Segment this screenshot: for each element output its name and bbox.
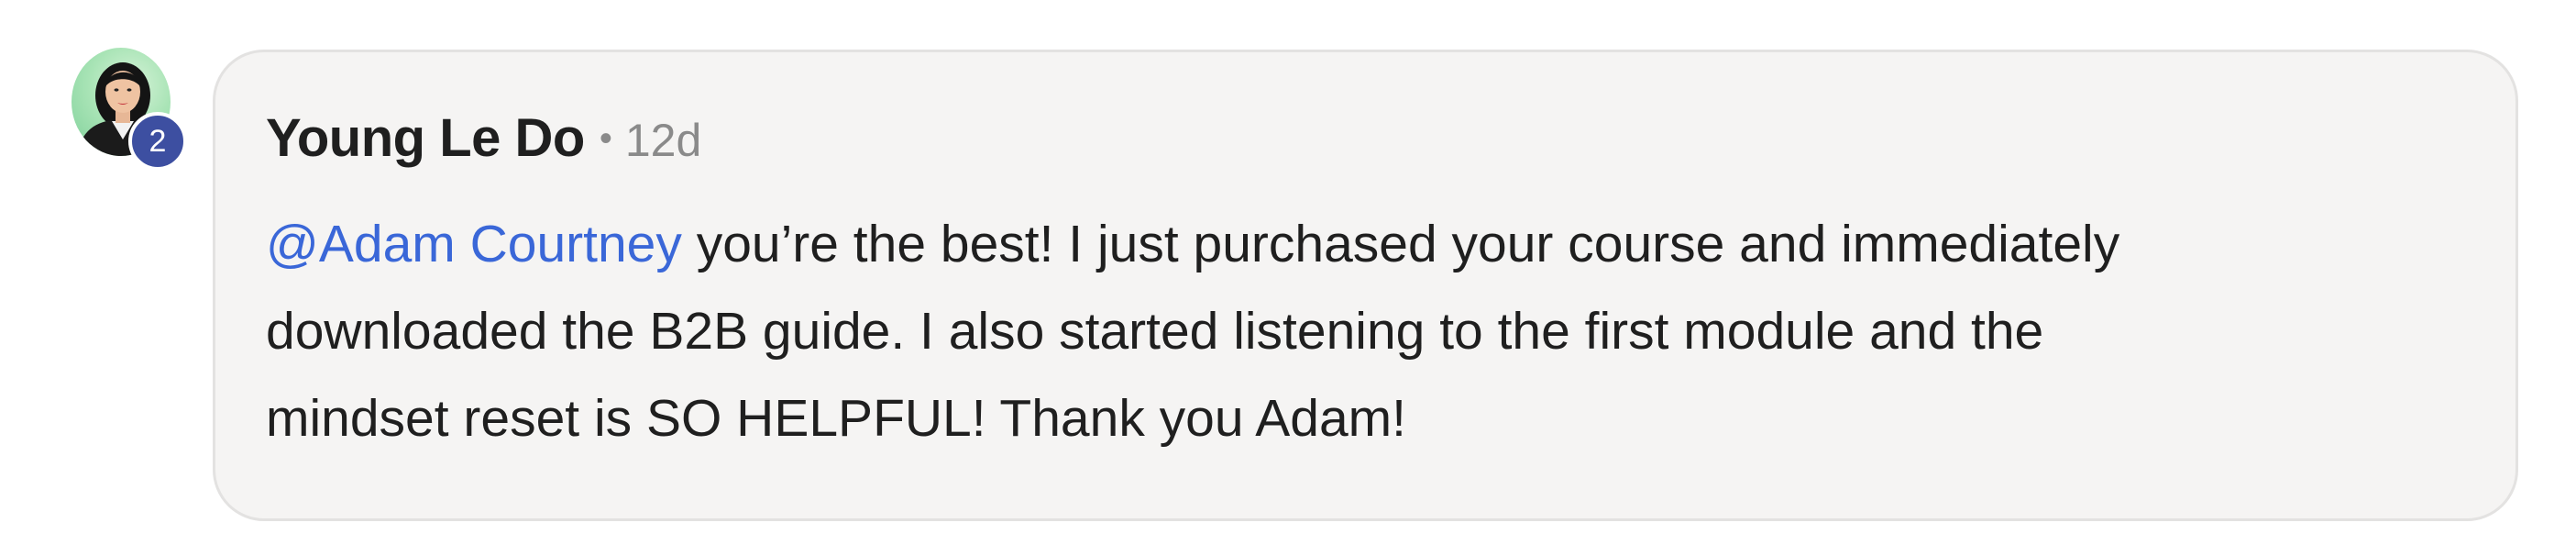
user-mention-link[interactable]: @Adam Courtney (266, 215, 682, 273)
author-avatar-group[interactable]: 2 (72, 48, 191, 171)
comment-card: Young Le Do • 12d @Adam Courtney you’re … (213, 50, 2518, 521)
comment-header: Young Le Do • 12d (266, 107, 701, 169)
comment-timestamp[interactable]: 12d (625, 114, 701, 167)
meta-separator: • (599, 118, 612, 159)
level-badge: 2 (128, 112, 187, 171)
comment-line-2: downloaded the B2B guide. I also started… (266, 302, 2044, 361)
comment-text: you’re the best! I just purchased your c… (681, 215, 2120, 273)
comment-body: @Adam Courtney you’re the best! I just p… (266, 201, 2484, 462)
comment-line-1: @Adam Courtney you’re the best! I just p… (266, 201, 2484, 288)
comment-line-3: mindset reset is SO HELPFUL! Thank you A… (266, 389, 1406, 448)
author-name[interactable]: Young Le Do (266, 107, 585, 169)
